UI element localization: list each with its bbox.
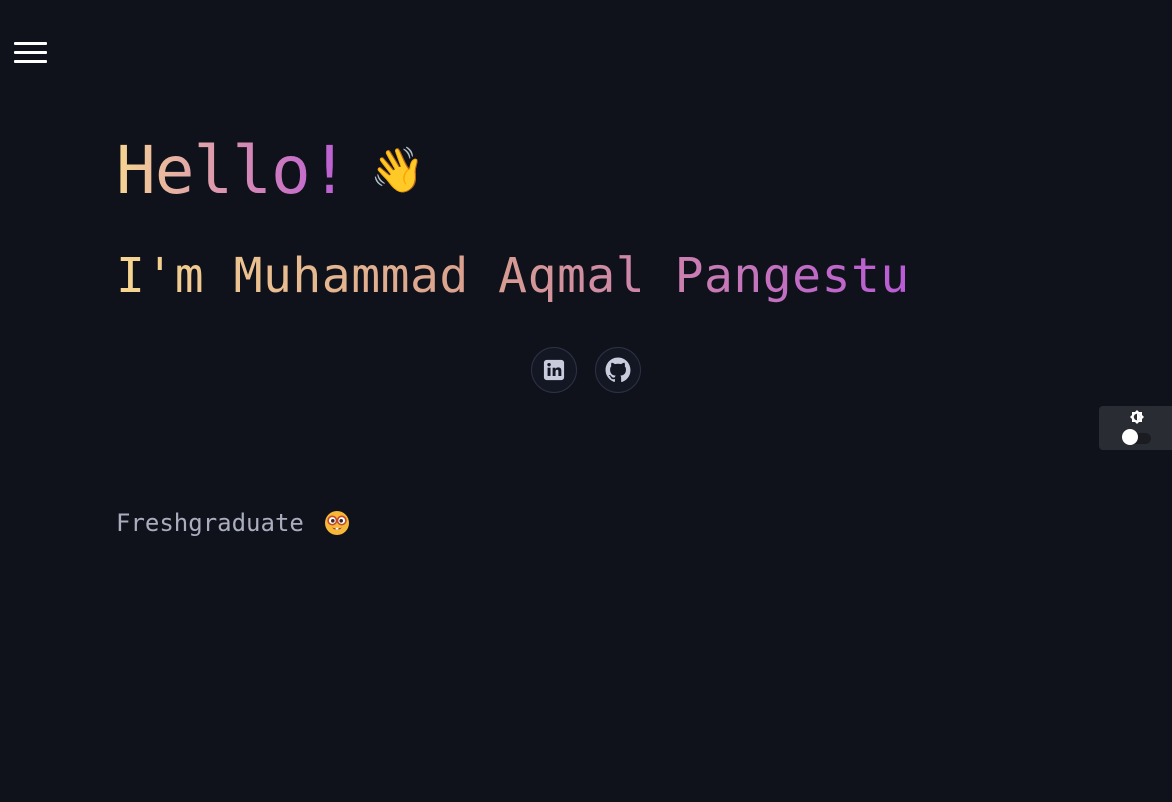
- tagline-text: Freshgraduate: [116, 509, 304, 537]
- theme-toggle[interactable]: [1099, 406, 1172, 450]
- linkedin-button[interactable]: [531, 347, 577, 393]
- linkedin-icon: [543, 359, 565, 381]
- github-icon: [605, 357, 631, 383]
- greeting-row: Hello! 👋: [116, 128, 1056, 214]
- name-heading: I'm Muhammad Aqmal Pangestu: [116, 248, 1056, 304]
- nerd-face-emoji-icon: [324, 511, 349, 535]
- tagline: Freshgraduate: [116, 505, 350, 541]
- menu-bar: [14, 42, 47, 45]
- hamburger-menu-button[interactable]: [14, 42, 47, 66]
- menu-bar: [14, 51, 47, 54]
- name-text: I'm Muhammad Aqmal Pangestu: [116, 248, 910, 304]
- toggle-knob[interactable]: [1122, 429, 1138, 445]
- hero-section: Hello! 👋 I'm Muhammad Aqmal Pangestu: [116, 128, 1056, 304]
- menu-bar: [14, 60, 47, 63]
- greeting-heading: Hello!: [116, 128, 349, 214]
- waving-hand-icon: 👋: [370, 145, 426, 196]
- brightness-icon: [1130, 410, 1144, 424]
- github-button[interactable]: [595, 347, 641, 393]
- social-links: [531, 347, 641, 393]
